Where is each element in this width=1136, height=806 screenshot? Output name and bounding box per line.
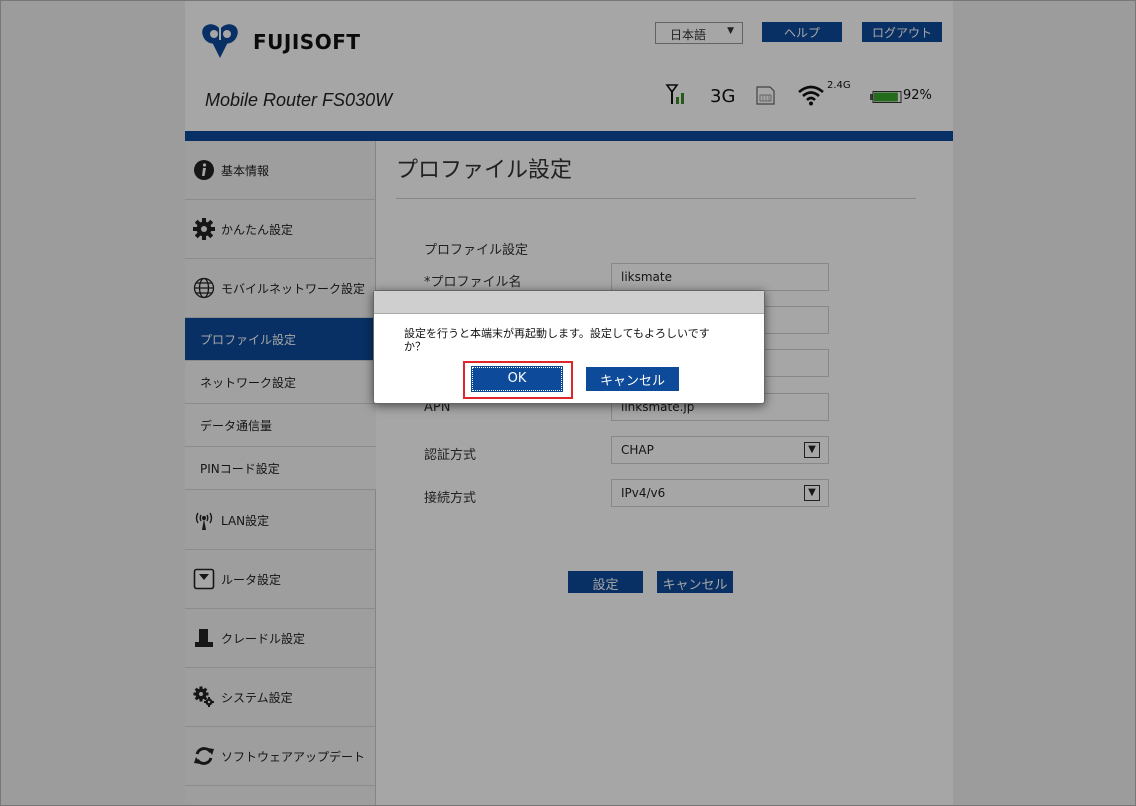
ok-button[interactable]: OK: [471, 366, 563, 392]
router-admin-page: FUJISOFT Mobile Router FS030W 日本語 ▼ ヘルプ …: [185, 0, 953, 806]
confirm-dialog: 設定を行うと本端末が再起動します。設定してもよろしいですか？ OK キャンセル: [373, 290, 765, 404]
dialog-cancel-button[interactable]: キャンセル: [586, 367, 679, 391]
dialog-message: 設定を行うと本端末が再起動します。設定してもよろしいですか？: [404, 327, 710, 353]
dialog-titlebar[interactable]: [374, 291, 764, 314]
